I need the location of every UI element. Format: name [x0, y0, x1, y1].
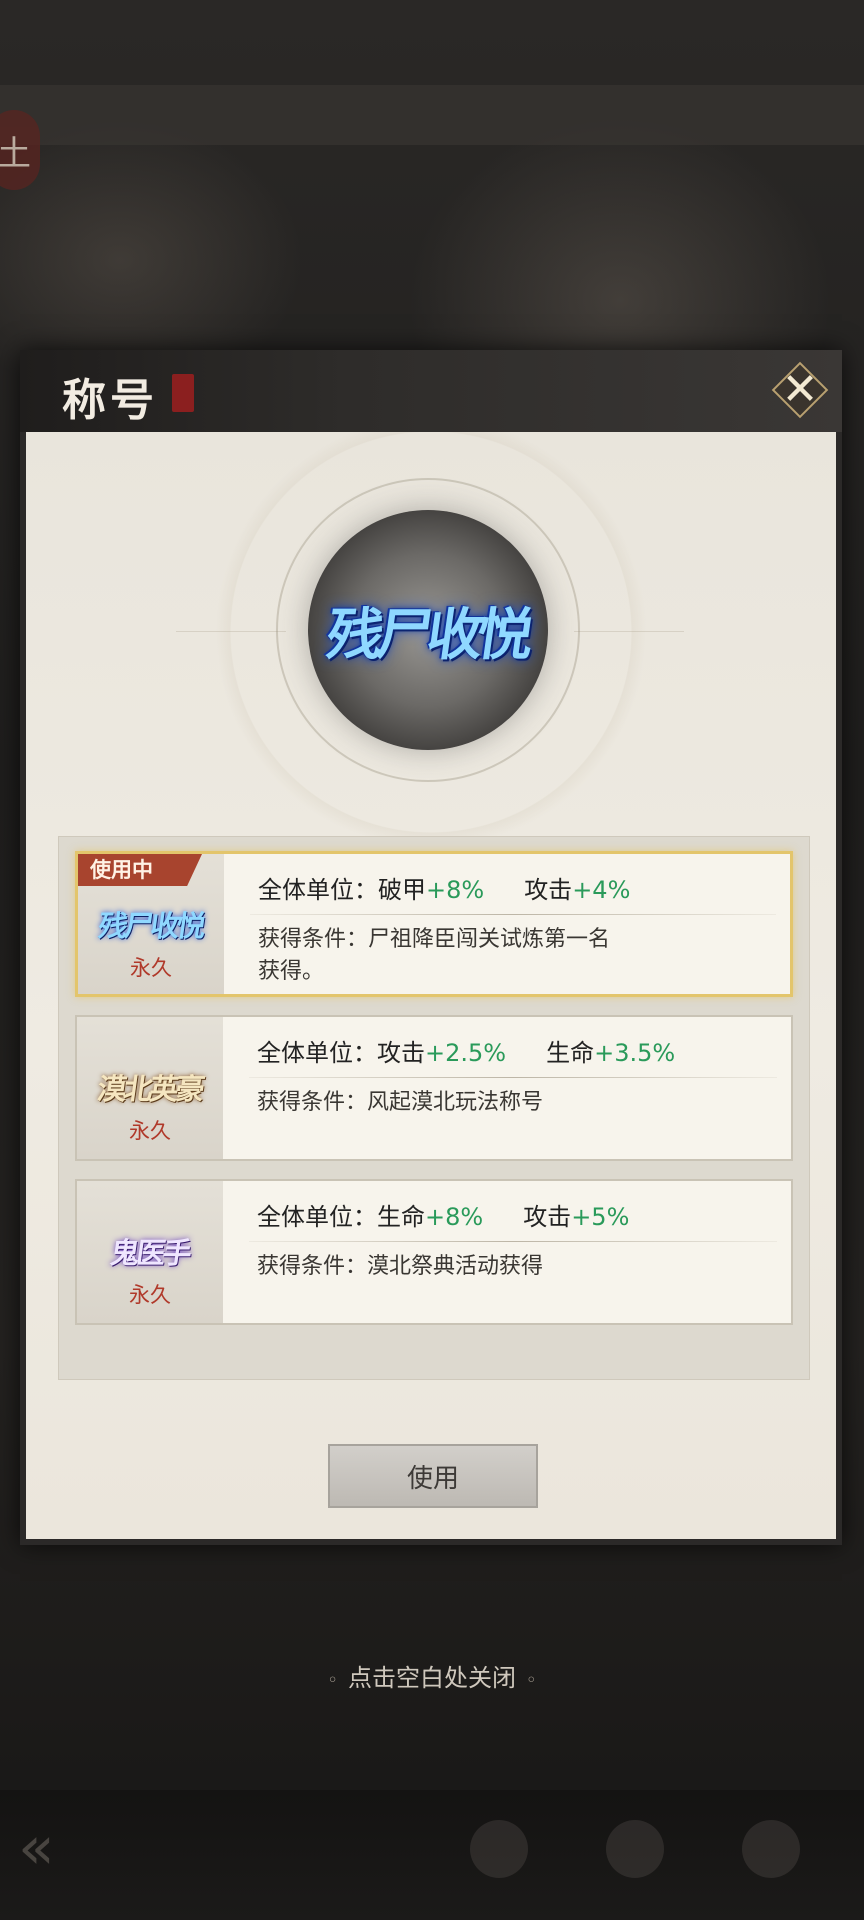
- background-top-bar: [0, 85, 864, 145]
- stat1-value: +8%: [426, 876, 485, 904]
- title-dialog: 称号 ✕ 残尸收悦 使用中 残尸收悦 永久 全体单位：破甲+8% 攻击+4% 获得: [20, 350, 842, 1545]
- title-stats: 全体单位：破甲+8% 攻击+4%: [258, 870, 630, 905]
- stat2-value: +3.5%: [594, 1039, 676, 1067]
- stat-prefix: 全体单位：: [258, 876, 378, 904]
- background-emblem-icon: 土: [0, 110, 40, 190]
- title-duration: 永久: [130, 956, 172, 980]
- hint-right-icon: ◦: [526, 1670, 537, 1691]
- use-button[interactable]: 使用: [328, 1444, 538, 1508]
- background-bottom-bar: [0, 1790, 864, 1920]
- title-card-3[interactable]: 鬼医手 永久 全体单位：生命+8% 攻击+5% 获得条件：漠北祭典活动获得: [75, 1179, 793, 1325]
- title-condition: 获得条件：风起漠北玩法称号: [257, 1087, 777, 1119]
- in-use-badge: 使用中: [78, 854, 202, 886]
- stat2-value: +4%: [572, 876, 631, 904]
- stat2-name: 攻击: [524, 876, 573, 904]
- condition-text: 漠北祭典活动获得: [367, 1254, 544, 1279]
- title-seal-icon: [172, 374, 194, 412]
- title-art: 鬼医手: [108, 1236, 192, 1270]
- nav-icon: [470, 1820, 528, 1878]
- title-duration: 永久: [129, 1119, 171, 1143]
- stat-prefix: 全体单位：: [257, 1203, 377, 1231]
- title-condition: 获得条件：漠北祭典活动获得: [257, 1251, 777, 1283]
- hint-left-icon: ◦: [327, 1670, 338, 1691]
- dialog-title: 称号: [62, 375, 158, 426]
- featured-title-art: 残尸收悦: [322, 601, 533, 668]
- dialog-body: 残尸收悦 使用中 残尸收悦 永久 全体单位：破甲+8% 攻击+4% 获得条件：尸祖…: [26, 432, 836, 1539]
- close-icon: ✕: [781, 364, 819, 415]
- title-list[interactable]: 使用中 残尸收悦 永久 全体单位：破甲+8% 攻击+4% 获得条件：尸祖降臣闯关试…: [58, 836, 810, 1380]
- back-arrow-icon: «: [18, 1813, 55, 1883]
- title-card-2[interactable]: 漠北英豪 永久 全体单位：攻击+2.5% 生命+3.5% 获得条件：风起漠北玩法称…: [75, 1015, 793, 1161]
- stat1-name: 生命: [377, 1203, 425, 1231]
- condition-label: 获得条件：: [258, 927, 369, 952]
- title-card-1[interactable]: 使用中 残尸收悦 永久 全体单位：破甲+8% 攻击+4% 获得条件：尸祖降臣闯关试…: [75, 851, 793, 997]
- stat2-name: 生命: [546, 1039, 595, 1067]
- title-condition: 获得条件：尸祖降臣闯关试炼第一名获得。: [258, 924, 778, 988]
- title-stats: 全体单位：生命+8% 攻击+5%: [257, 1197, 629, 1232]
- stat1-value: +2.5%: [425, 1039, 507, 1067]
- title-duration: 永久: [129, 1283, 171, 1307]
- condition-label: 获得条件：: [257, 1090, 368, 1115]
- condition-text: 尸祖降臣闯关试炼第一名: [368, 927, 611, 952]
- card-divider: [249, 1077, 777, 1078]
- stat-prefix: 全体单位：: [257, 1039, 377, 1067]
- featured-title-emblem: 残尸收悦: [308, 510, 548, 750]
- nav-icon: [742, 1820, 800, 1878]
- title-stats: 全体单位：攻击+2.5% 生命+3.5%: [257, 1033, 675, 1068]
- condition-label: 获得条件：: [257, 1254, 368, 1279]
- stat1-value: +8%: [425, 1203, 484, 1231]
- stat1-name: 攻击: [377, 1039, 425, 1067]
- stat2-name: 攻击: [523, 1203, 572, 1231]
- title-art-frame: 漠北英豪 永久: [77, 1017, 223, 1159]
- title-art: 残尸收悦: [96, 909, 206, 943]
- stat2-value: +5%: [571, 1203, 630, 1231]
- nav-icon: [606, 1820, 664, 1878]
- card-divider: [249, 1241, 777, 1242]
- hint-text: 点击空白处关闭: [348, 1664, 516, 1692]
- decor-line: [176, 631, 286, 632]
- title-art-frame: 使用中 残尸收悦 永久: [78, 854, 224, 994]
- condition-text-2: 获得。: [258, 959, 325, 984]
- decor-line: [574, 631, 684, 632]
- condition-text: 风起漠北玩法称号: [367, 1090, 544, 1115]
- close-button[interactable]: ✕: [771, 361, 829, 419]
- stat1-name: 破甲: [378, 876, 426, 904]
- title-art: 漠北英豪: [95, 1072, 205, 1106]
- tap-to-close-hint[interactable]: ◦ 点击空白处关闭 ◦: [0, 1658, 864, 1693]
- title-art-frame: 鬼医手 永久: [77, 1181, 223, 1323]
- dialog-header: 称号 ✕: [20, 350, 842, 432]
- card-divider: [250, 914, 776, 915]
